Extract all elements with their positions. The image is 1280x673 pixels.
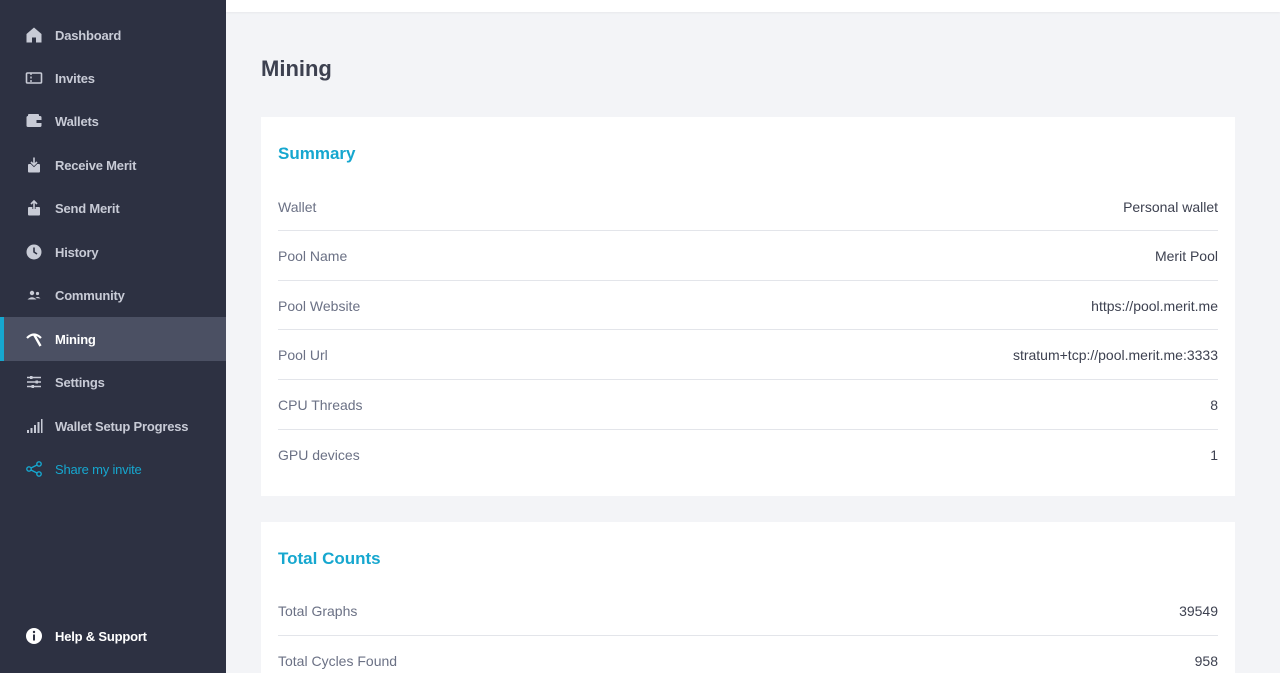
- total-counts-card: Total Counts Total Graphs 39549 Total Cy…: [261, 522, 1235, 673]
- row-label: CPU Threads: [278, 397, 363, 413]
- sidebar-item-mining[interactable]: Mining: [0, 317, 226, 361]
- top-bar: [226, 0, 1280, 12]
- sidebar-item-invites[interactable]: Invites: [0, 56, 226, 100]
- summary-title: Summary: [278, 144, 356, 163]
- sidebar-item-label: Receive Merit: [55, 157, 137, 173]
- sidebar-item-label: History: [55, 244, 99, 260]
- sidebar-item-label: Invites: [55, 70, 95, 86]
- sidebar-item-label: Wallets: [55, 113, 99, 129]
- sidebar-item-history[interactable]: History: [0, 230, 226, 274]
- row-value: 958: [1194, 653, 1218, 669]
- row-label: Total Graphs: [278, 603, 358, 619]
- home-icon: [25, 26, 43, 44]
- row-label: Wallet: [278, 199, 317, 215]
- summary-row-pool-name: Pool Name Merit Pool: [278, 231, 1218, 281]
- row-value: https://pool.merit.me: [1091, 298, 1218, 314]
- sidebar-item-wallets[interactable]: Wallets: [0, 99, 226, 143]
- row-label: Pool Name: [278, 248, 348, 264]
- row-value: stratum+tcp://pool.merit.me:3333: [1012, 347, 1218, 363]
- row-value: Personal wallet: [1123, 199, 1218, 215]
- summary-row-pool-url: Pool Url stratum+tcp://pool.merit.me:333…: [278, 330, 1218, 380]
- summary-card: Summary Wallet Personal wallet Pool Name…: [261, 117, 1235, 496]
- sidebar-item-share-my-invite[interactable]: Share my invite: [0, 447, 226, 491]
- sidebar-item-label: Dashboard: [55, 27, 122, 43]
- summary-row-pool-website: Pool Website https://pool.merit.me: [278, 281, 1218, 331]
- sidebar-item-label: Send Merit: [55, 200, 120, 216]
- sidebar-item-settings[interactable]: Settings: [0, 360, 226, 404]
- row-value: 1: [1210, 447, 1218, 463]
- help-support-label: Help & Support: [55, 628, 147, 644]
- sidebar: Dashboard Invites Wallets Receive Merit …: [0, 0, 226, 673]
- signal-bars-icon: [25, 417, 43, 435]
- summary-row-cpu-threads: CPU Threads 8: [278, 380, 1218, 430]
- total-counts-title: Total Counts: [278, 549, 381, 568]
- row-value: 39549: [1179, 603, 1218, 619]
- clock-icon: [25, 243, 43, 261]
- summary-row-wallet: Wallet Personal wallet: [278, 182, 1218, 232]
- community-icon: [25, 286, 43, 304]
- sidebar-item-community[interactable]: Community: [0, 273, 226, 317]
- pickaxe-icon: [25, 330, 43, 348]
- sidebar-item-label: Mining: [55, 331, 96, 347]
- row-value: 8: [1210, 397, 1218, 413]
- send-icon: [25, 199, 43, 217]
- sliders-icon: [25, 373, 43, 391]
- sidebar-item-wallet-setup-progress[interactable]: Wallet Setup Progress: [0, 404, 226, 448]
- receive-icon: [25, 156, 43, 174]
- totals-row-total-cycles-found: Total Cycles Found 958: [278, 636, 1218, 673]
- summary-row-gpu-devices: GPU devices 1: [278, 430, 1218, 480]
- info-icon: [25, 627, 43, 645]
- sidebar-item-receive-merit[interactable]: Receive Merit: [0, 143, 226, 187]
- sidebar-item-dashboard[interactable]: Dashboard: [0, 13, 226, 57]
- row-value: Merit Pool: [1154, 248, 1218, 264]
- totals-row-total-graphs: Total Graphs 39549: [278, 586, 1218, 636]
- share-icon: [25, 460, 43, 478]
- help-support-link[interactable]: Help & Support: [0, 614, 226, 658]
- sidebar-item-label: Share my invite: [55, 461, 142, 477]
- sidebar-item-label: Wallet Setup Progress: [55, 418, 189, 434]
- wallet-icon: [25, 112, 43, 130]
- ticket-icon: [25, 69, 43, 87]
- row-label: Pool Website: [278, 298, 361, 314]
- row-label: Total Cycles Found: [278, 653, 398, 669]
- page-title: Mining: [261, 56, 332, 81]
- row-label: GPU devices: [278, 447, 360, 463]
- row-label: Pool Url: [278, 347, 328, 363]
- sidebar-item-label: Settings: [55, 374, 105, 390]
- sidebar-item-label: Community: [55, 287, 125, 303]
- sidebar-item-send-merit[interactable]: Send Merit: [0, 186, 226, 230]
